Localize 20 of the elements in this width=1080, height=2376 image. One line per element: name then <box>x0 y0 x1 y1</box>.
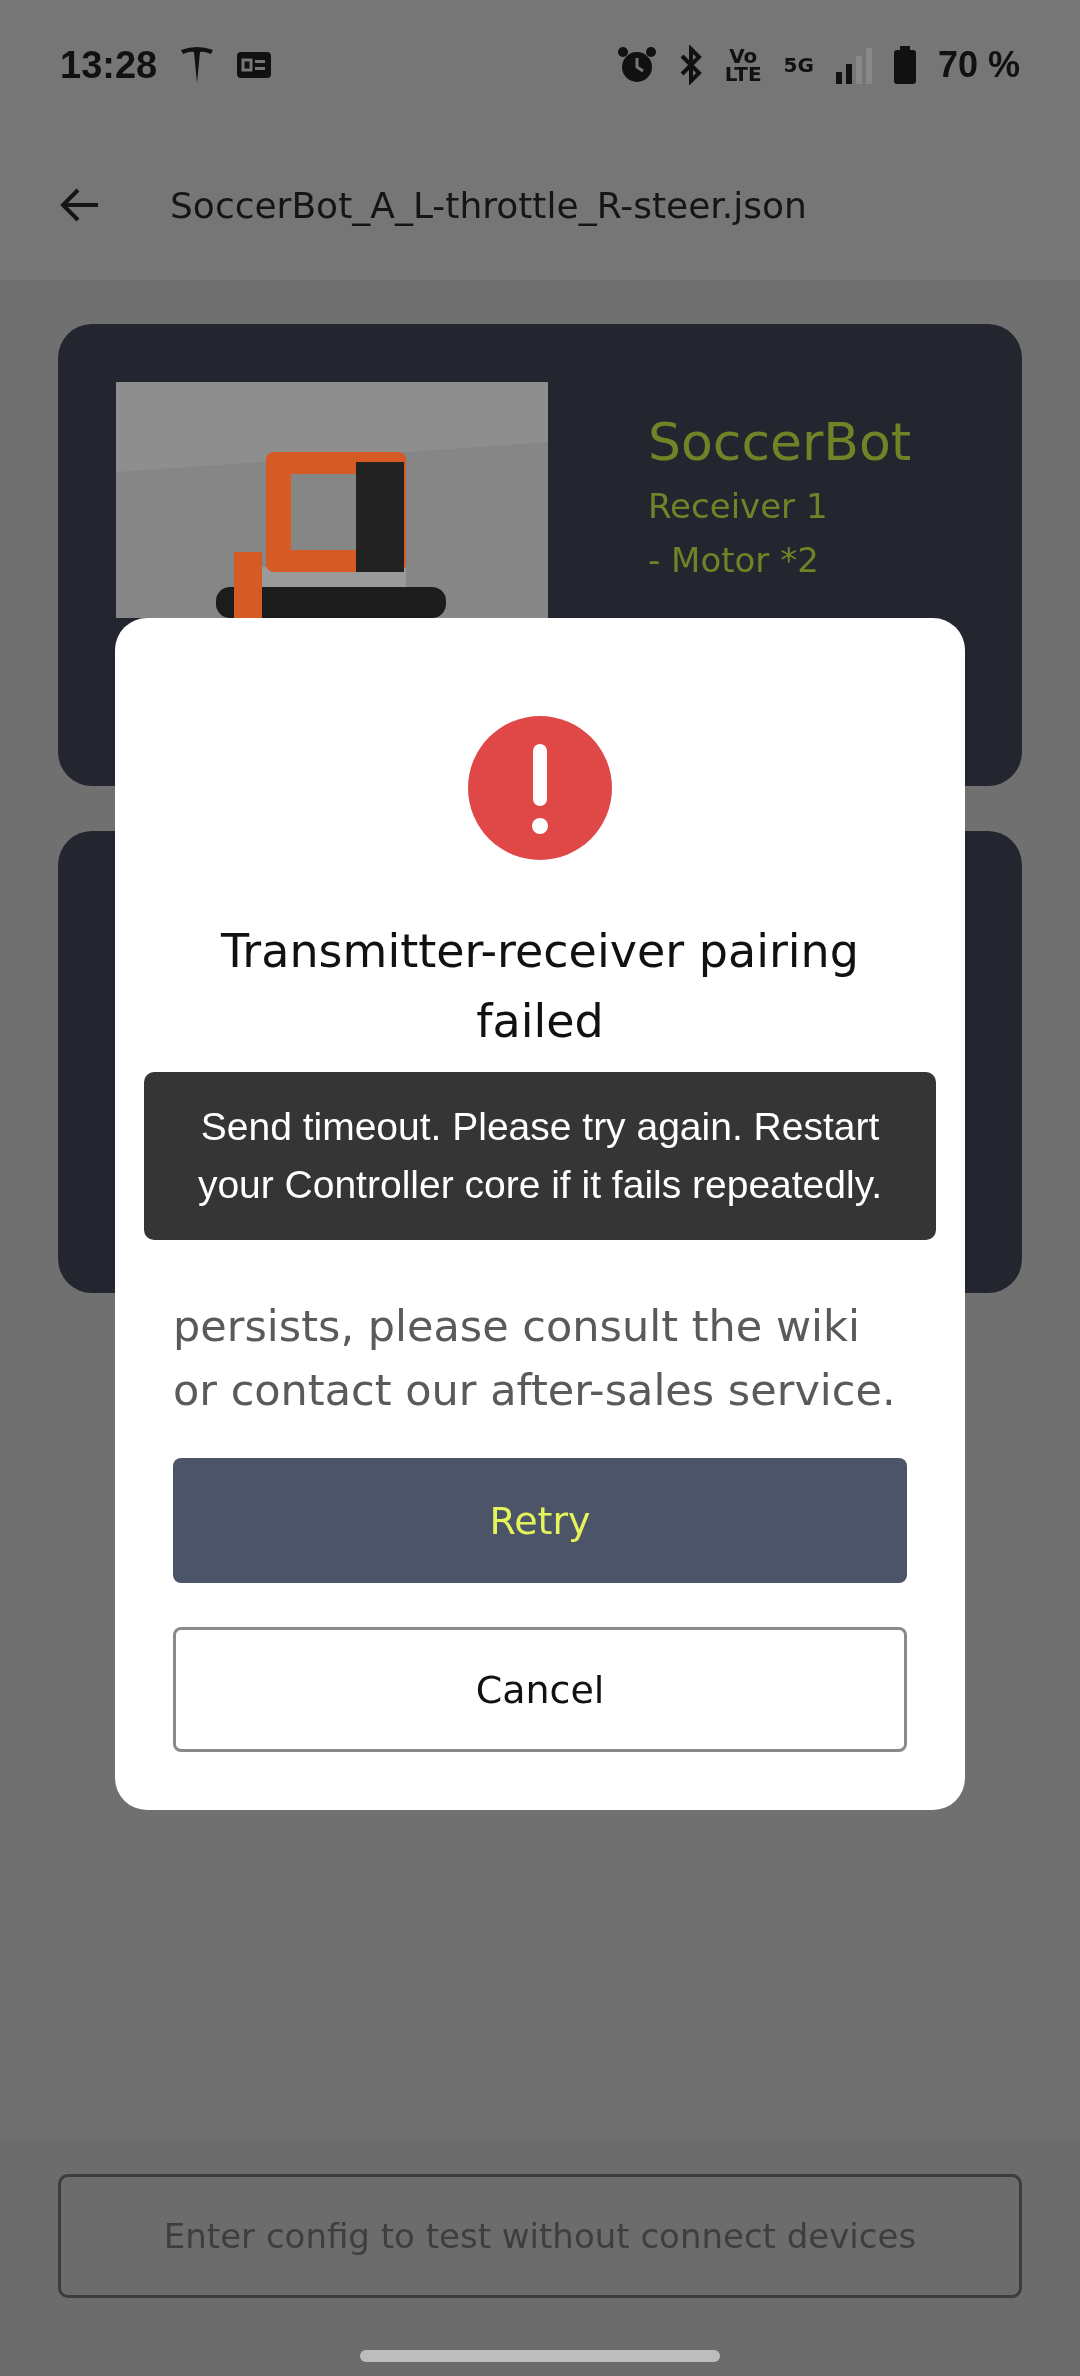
dialog-title: Transmitter-receiver pairing failed <box>220 923 860 1050</box>
signal-icon <box>835 46 872 84</box>
volte-indicator: Vo LTE <box>724 47 762 83</box>
file-title: SoccerBot_A_L-throttle_R-steer.json <box>170 184 807 226</box>
bluetooth-icon <box>678 45 703 85</box>
battery-level: 70 % <box>937 44 1020 86</box>
network-type: 5G <box>783 56 814 74</box>
robot-name: SoccerBot <box>648 412 912 472</box>
error-icon <box>468 716 612 860</box>
toast-message: Send timeout. Please try again. Restart your Controller core if it fails repeatedly. <box>144 1072 936 1240</box>
notification-icon <box>237 52 272 78</box>
alarm-icon <box>616 45 657 85</box>
back-arrow-icon[interactable] <box>60 188 100 222</box>
dialog-message: persists, please consult the wiki or contact our after-sales service. <box>173 1300 897 1417</box>
battery-icon <box>893 46 916 84</box>
cancel-button[interactable]: Cancel <box>173 1627 907 1752</box>
retry-button[interactable]: Retry <box>173 1458 907 1583</box>
receiver-label: Receiver 1 <box>648 486 829 526</box>
part-label: - Motor *2 <box>648 540 820 580</box>
status-time: 13:28 <box>60 43 158 87</box>
